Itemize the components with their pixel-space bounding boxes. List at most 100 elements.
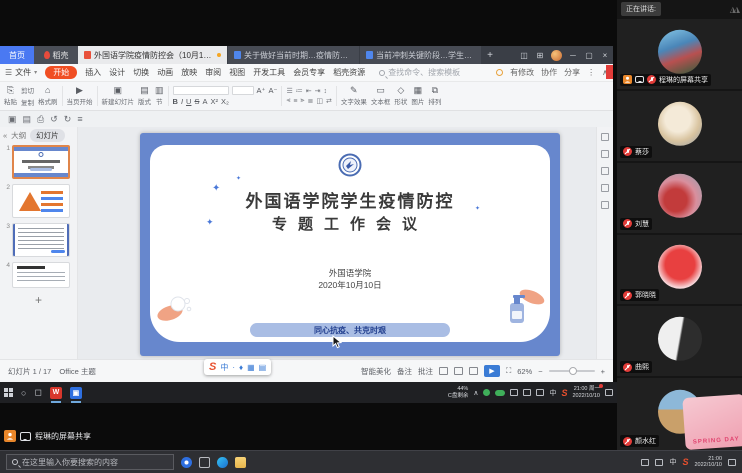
help-panel-icon[interactable] (601, 201, 609, 209)
text-effect-button[interactable]: ✎ 文字效果 (341, 86, 367, 106)
participant-tile[interactable]: 郭晓晓 (617, 235, 742, 305)
zoom-slider-knob[interactable] (569, 367, 577, 375)
arrange-button[interactable]: ⧉ 排列 (428, 86, 441, 106)
align-left-icon[interactable]: ⫷ (286, 97, 290, 105)
add-slide-button[interactable]: + (2, 293, 75, 307)
menu-item-animation[interactable]: 动画 (157, 67, 173, 78)
print-icon[interactable]: ⎙ (37, 114, 44, 125)
edge-icon[interactable] (217, 457, 228, 468)
notes-button[interactable]: 备注 (397, 366, 412, 377)
chat-icon[interactable] (20, 432, 31, 441)
tray-expand-icon[interactable]: ∧ (473, 389, 478, 397)
undo-icon[interactable]: ↺ (50, 114, 58, 125)
increase-font-button[interactable]: A⁺ (257, 86, 266, 95)
menu-item-review[interactable]: 审阅 (205, 67, 221, 78)
menu-item-transition[interactable]: 切换 (133, 67, 149, 78)
cut-button[interactable]: 剪切 (21, 85, 34, 95)
participant-tile[interactable]: 程琳的屏幕共享 (617, 19, 742, 89)
tab-document-active[interactable]: 外国语学院疫情防控会（10月10日） (78, 46, 228, 64)
save-icon[interactable]: ▣ (8, 114, 17, 125)
slide-sorter-view-icon[interactable] (454, 367, 463, 375)
outdent-icon[interactable]: ⇤ (306, 87, 312, 95)
collaborate-button[interactable]: 协作 (541, 67, 557, 78)
more-menu-icon[interactable]: ⋮ (587, 68, 595, 77)
share-button[interactable]: 分享 (564, 67, 580, 78)
strikethrough-button[interactable]: S (194, 97, 199, 106)
tab-layout-icon[interactable]: ◫ (516, 46, 532, 64)
participant-tile[interactable]: 曲熙 (617, 306, 742, 376)
menu-item-design[interactable]: 设计 (109, 67, 125, 78)
slide-canvas[interactable]: 外国语学院学生疫情防控 专题工作会议 外国语学院 2020年10月10日 同心抗… (78, 127, 596, 359)
line-spacing-icon[interactable]: ↕ (323, 88, 327, 95)
justify-icon[interactable]: ≣ (307, 97, 313, 105)
tab-docer[interactable]: 稻壳 (34, 46, 78, 64)
ime-mic-icon[interactable]: ♦ (239, 363, 243, 372)
tab-home[interactable]: 首页 (0, 46, 34, 64)
ime-mode-label[interactable]: 中 (220, 362, 228, 373)
fit-window-icon[interactable]: ⛶ (506, 366, 511, 376)
cortana-icon[interactable] (181, 457, 192, 468)
restore-button[interactable]: ▢ (581, 46, 597, 64)
underline-button[interactable]: U (186, 97, 191, 106)
subscript-button[interactable]: X₂ (221, 97, 229, 106)
bullet-list-icon[interactable]: ☰ (286, 87, 292, 95)
start-button[interactable] (4, 388, 13, 397)
tab-document-2[interactable]: 关于做好当前时期…疫情防控工作的 (228, 46, 360, 64)
new-slide-button[interactable]: ▣ 新建幻灯片 (102, 86, 135, 106)
menu-item-start[interactable]: 开始 (45, 66, 77, 79)
participant-tile[interactable]: SPRING DAY 颜水红 (617, 378, 742, 450)
design-panel-icon[interactable] (601, 150, 609, 158)
file-explorer-icon[interactable] (235, 457, 246, 468)
reading-view-icon[interactable] (469, 367, 478, 375)
meeting-app-icon[interactable]: ▣ (70, 387, 82, 399)
slide-thumbnail-4[interactable] (12, 262, 70, 288)
copy-button[interactable]: 复制 (21, 97, 34, 107)
file-menu[interactable]: ☰ 文件 ▾ (5, 67, 37, 78)
beautify-button[interactable]: 智能美化 (361, 366, 391, 377)
zoom-slider[interactable] (549, 370, 595, 372)
tab-document-3[interactable]: 当前冲刺关键阶段…学生工作方案 (360, 46, 482, 64)
comment-panel-icon[interactable] (601, 184, 609, 192)
redo-icon[interactable]: ↻ (64, 114, 72, 125)
ime-keyboard-icon[interactable]: ▦ (247, 363, 255, 372)
menu-item-docer[interactable]: 稻壳资源 (333, 67, 365, 78)
collapse-panel-button[interactable]: « (3, 131, 7, 140)
tray-green-icon[interactable] (483, 389, 490, 396)
format-painter-button[interactable]: ⌂ 格式刷 (38, 86, 58, 106)
tab-grid-icon[interactable]: ⊞ (532, 46, 548, 64)
account-avatar[interactable] (551, 50, 562, 61)
columns-icon[interactable]: ◫ (316, 97, 323, 105)
zoom-in-button[interactable]: + (601, 367, 605, 376)
wps-app-icon[interactable]: W (50, 387, 62, 399)
file-explorer-tray-icon[interactable] (523, 389, 531, 396)
text-direction-icon[interactable]: ⇄ (326, 97, 332, 105)
slideshow-play-button[interactable]: ▶ (484, 365, 500, 377)
tab-slides[interactable]: 幻灯片 (30, 129, 65, 142)
ime-indicator[interactable]: 中 (669, 457, 676, 467)
superscript-button[interactable]: X² (210, 97, 218, 106)
speaker-icon[interactable] (510, 389, 518, 396)
speaker-icon[interactable] (641, 459, 649, 466)
menu-item-devtools[interactable]: 开发工具 (253, 67, 285, 78)
align-right-icon[interactable]: ⫸ (301, 97, 305, 105)
bold-button[interactable]: B (173, 97, 178, 106)
action-center-icon[interactable] (605, 389, 613, 396)
decrease-font-button[interactable]: A⁻ (268, 86, 277, 95)
new-tab-button[interactable]: + (482, 46, 498, 64)
minimize-button[interactable]: ─ (565, 46, 581, 64)
slide-thumbnail-3[interactable] (12, 223, 70, 257)
zoom-out-button[interactable]: − (538, 367, 542, 376)
menu-item-slideshow[interactable]: 放映 (181, 67, 197, 78)
tray-green-pill-icon[interactable] (495, 390, 505, 396)
font-color-button[interactable]: A (202, 97, 207, 106)
export-icon[interactable]: ▤ (23, 114, 32, 125)
windows-search-box[interactable]: 在这里输入你要搜索的内容 (6, 454, 174, 470)
comments-button[interactable]: 批注 (418, 366, 433, 377)
number-list-icon[interactable]: ≔ (296, 87, 303, 95)
italic-button[interactable]: I (181, 97, 183, 106)
customize-quickbar-icon[interactable]: ≡ (77, 114, 82, 124)
sogou-tray-icon[interactable]: S (682, 457, 688, 467)
section-button[interactable]: ▥ 节 (155, 86, 164, 106)
ime-punctuation-icon[interactable]: · (232, 363, 235, 372)
align-center-icon[interactable]: ≡ (293, 98, 297, 105)
